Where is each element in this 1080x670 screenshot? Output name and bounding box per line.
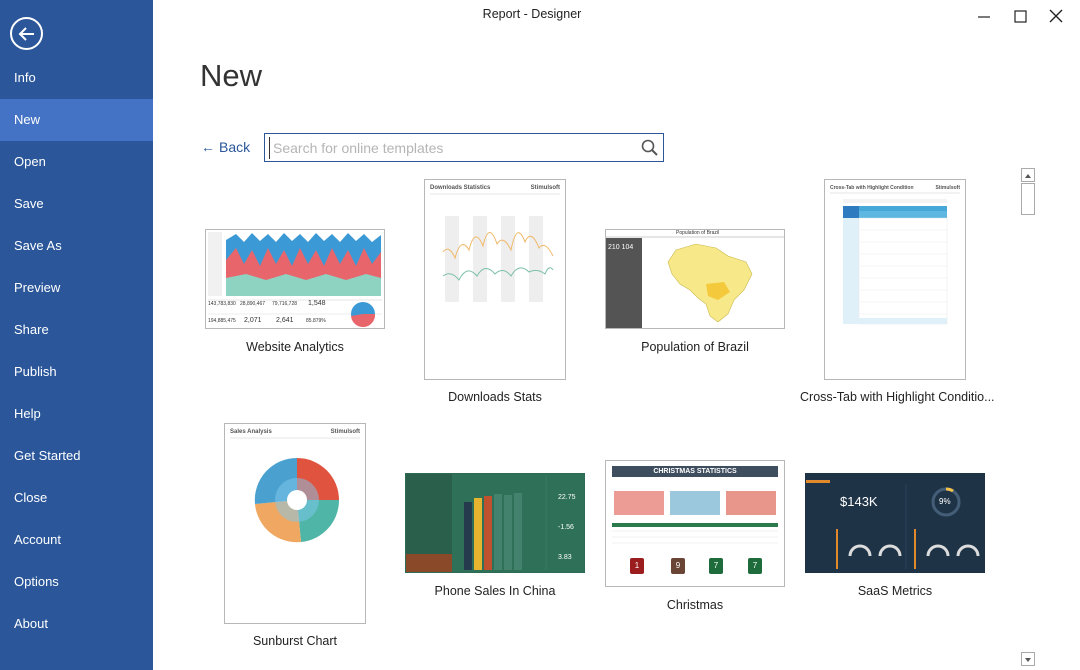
minimize-icon[interactable] (972, 6, 996, 28)
stat-value: 143,783,830 (208, 301, 236, 307)
page-title: New (200, 58, 263, 93)
sidebar-item-save-as[interactable]: Save As (0, 225, 153, 267)
stat-value: 2,641 (276, 317, 294, 324)
stat-value: 79,716,728 (272, 301, 298, 307)
sidebar-item-new[interactable]: New (0, 99, 153, 141)
christmas-badge: 7 (709, 558, 723, 574)
scroll-down-button[interactable] (1021, 652, 1035, 666)
stat-value: 2,071 (244, 317, 262, 324)
christmas-badge: 9 (671, 558, 685, 574)
sidebar-item-save[interactable]: Save (0, 183, 153, 225)
close-icon[interactable] (1044, 6, 1068, 28)
template-label: Population of Brazil (641, 340, 749, 354)
thumbnail-percent: 9% (939, 497, 951, 506)
sidebar-item-account[interactable]: Account (0, 519, 153, 561)
window-title: Report - Designer (482, 7, 582, 21)
sidebar-item-preview[interactable]: Preview (0, 267, 153, 309)
template-tile-christmas[interactable]: CHRISTMAS STATISTICS 1 9 7 7 Christmas (605, 460, 786, 615)
app-window: Info New Open Save Save As Preview Share… (0, 0, 1080, 670)
christmas-badge: 7 (748, 558, 762, 574)
search-box (264, 133, 664, 162)
search-input[interactable] (269, 137, 629, 159)
stat-value: 194,885,475 (208, 318, 236, 324)
template-label: Cross-Tab with Highlight Conditio... (800, 390, 995, 404)
thumbnail-value: 3.83 (558, 554, 572, 561)
sidebar-item-close[interactable]: Close (0, 477, 153, 519)
sidebar-item-open[interactable]: Open (0, 141, 153, 183)
template-thumbnail: 22.75 -1.56 3.83 (405, 473, 585, 573)
maximize-icon[interactable] (1008, 6, 1032, 28)
template-label: Phone Sales In China (434, 584, 556, 598)
template-label: SaaS Metrics (857, 584, 933, 598)
template-label: Downloads Stats (448, 390, 542, 404)
sidebar-item-publish[interactable]: Publish (0, 351, 153, 393)
template-tile-cross-tab[interactable]: Cross-Tab with Highlight Condition Stimu… (800, 179, 995, 409)
scroll-up-button[interactable] (1021, 168, 1035, 182)
backstage-sidebar: Info New Open Save Save As Preview Share… (0, 0, 153, 670)
sidebar-item-help[interactable]: Help (0, 393, 153, 435)
template-label: Sunburst Chart (252, 634, 338, 648)
template-label: Christmas (666, 598, 724, 612)
thumbnail-value: $143K (840, 494, 878, 509)
template-tile-population-of-brazil[interactable]: Population of Brazil 210 104 Population … (605, 229, 786, 359)
stat-value: 85.879% (306, 318, 326, 324)
christmas-badge: 1 (630, 558, 644, 574)
sidebar-item-about[interactable]: About (0, 603, 153, 645)
sidebar-item-options[interactable]: Options (0, 561, 153, 603)
template-thumbnail: Population of Brazil 210 104 (605, 229, 785, 329)
sidebar-item-get-started[interactable]: Get Started (0, 435, 153, 477)
search-icon[interactable] (640, 138, 660, 158)
back-label: Back (219, 139, 251, 155)
sidebar-item-share[interactable]: Share (0, 309, 153, 351)
template-thumbnail: Sales Analysis Stimulsoft (224, 423, 366, 624)
template-thumbnail: Cross-Tab with Highlight Condition Stimu… (824, 179, 966, 380)
template-label: Website Analytics (246, 340, 344, 354)
back-link[interactable]: ← Back (201, 139, 250, 155)
stat-value: 28,890,467 (240, 301, 266, 307)
template-tile-saas-metrics[interactable]: $143K 9% SaaS Metrics (805, 473, 986, 603)
template-tile-website-analytics[interactable]: 143,783,830 28,890,467 79,716,728 1,548 … (205, 229, 386, 359)
scrollbar-thumb[interactable] (1021, 183, 1035, 215)
back-arrow-icon[interactable] (10, 17, 43, 50)
template-tile-sunburst-chart[interactable]: Sales Analysis Stimulsoft Sunburst Chart (224, 423, 366, 653)
template-thumbnail: $143K 9% (805, 473, 985, 573)
template-thumbnail: CHRISTMAS STATISTICS 1 9 7 7 (605, 460, 785, 587)
thumbnail-header: Population of Brazil (676, 230, 720, 236)
template-tile-phone-sales-in-china[interactable]: 22.75 -1.56 3.83 Phone Sales In China (405, 473, 586, 603)
template-thumbnail: 143,783,830 28,890,467 79,716,728 1,548 … (205, 229, 385, 329)
template-thumbnail: Downloads Statistics Stimulsoft (424, 179, 566, 380)
sidebar-item-info[interactable]: Info (0, 57, 153, 99)
sidebar-nav: Info New Open Save Save As Preview Share… (0, 57, 153, 645)
thumbnail-value: 22.75 (558, 494, 576, 501)
back-arrow-icon: ← (201, 139, 215, 155)
thumbnail-stat: 210 104 (608, 244, 634, 251)
template-tile-downloads-stats[interactable]: Downloads Statistics Stimulsoft Download… (424, 179, 566, 409)
thumbnail-value: -1.56 (558, 524, 574, 531)
stat-value: 1,548 (308, 300, 326, 307)
